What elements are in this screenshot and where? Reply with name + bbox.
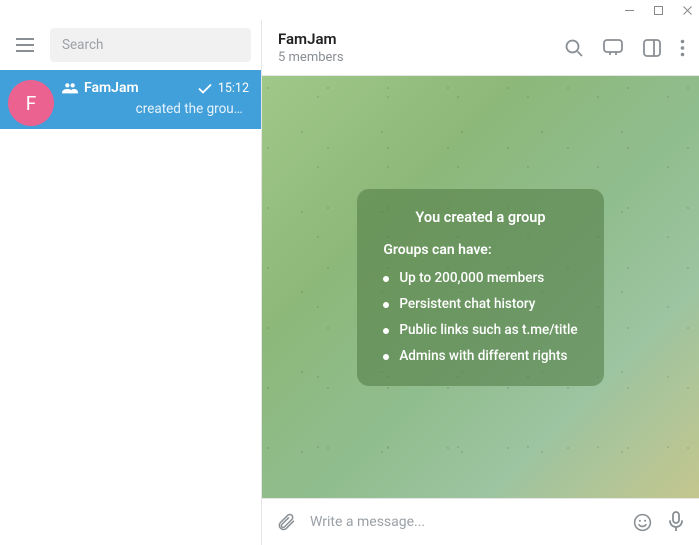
message-composer [262, 498, 699, 545]
messages-area: You created a group Groups can have: Up … [262, 76, 699, 498]
video-chat-icon[interactable] [602, 38, 624, 58]
group-icon [62, 82, 78, 94]
list-item: Public links such as t.me/title [383, 322, 577, 338]
search-input[interactable] [50, 28, 251, 62]
list-item: Persistent chat history [383, 296, 577, 312]
hamburger-menu-button[interactable] [10, 29, 40, 61]
list-item: Up to 200,000 members [383, 270, 577, 286]
chat-list-item[interactable]: F FamJam 15:12 created the grou [0, 70, 261, 129]
list-item: Admins with different rights [383, 348, 577, 364]
close-icon[interactable] [682, 1, 693, 20]
more-icon[interactable] [680, 39, 685, 57]
check-icon [198, 83, 212, 94]
chat-time: 15:12 [218, 81, 249, 96]
microphone-icon[interactable] [667, 511, 685, 533]
emoji-icon[interactable] [632, 512, 653, 533]
side-panel-icon[interactable] [642, 38, 662, 58]
minimize-icon[interactable] [624, 1, 635, 20]
avatar: F [8, 80, 54, 126]
attach-icon[interactable] [276, 512, 296, 532]
search-icon[interactable] [564, 38, 584, 58]
chat-preview: created the grou… [62, 101, 249, 117]
card-title: You created a group [383, 209, 577, 226]
window-titlebar [0, 0, 699, 20]
chat-subtitle: 5 members [278, 50, 564, 65]
card-subtitle: Groups can have: [383, 242, 577, 258]
chat-panel: FamJam 5 members You created [262, 20, 699, 545]
maximize-icon[interactable] [653, 1, 664, 20]
sidebar: F FamJam 15:12 created the grou [0, 20, 262, 545]
service-message-card: You created a group Groups can have: Up … [357, 189, 603, 386]
chat-header: FamJam 5 members [262, 20, 699, 76]
message-input[interactable] [310, 514, 618, 530]
feature-list: Up to 200,000 members Persistent chat hi… [383, 270, 577, 364]
chat-title-block[interactable]: FamJam 5 members [278, 30, 564, 65]
chat-title: FamJam [278, 30, 564, 48]
chat-name: FamJam [84, 80, 192, 96]
